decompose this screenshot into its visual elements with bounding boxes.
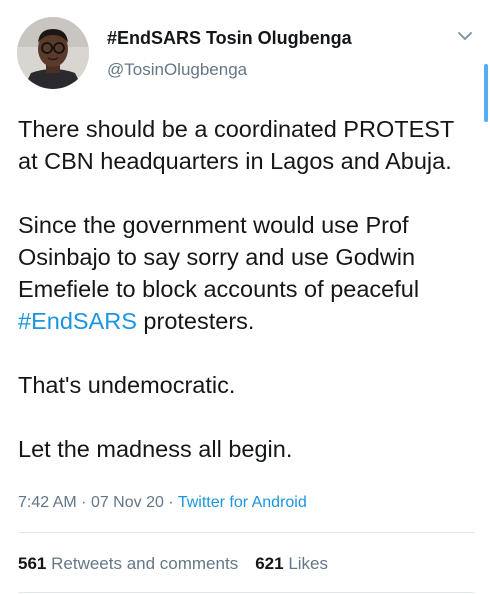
likes-label: Likes	[288, 554, 328, 573]
likes-stat[interactable]: 621 Likes	[255, 554, 328, 573]
tweet-text: There should be a coordinated PROTEST at…	[18, 113, 478, 465]
meta-separator: ·	[81, 494, 87, 511]
tweet-paragraph: There should be a coordinated PROTEST at…	[18, 116, 454, 174]
scrollbar[interactable]	[484, 64, 488, 122]
tweet-source-link[interactable]: Twitter for Android	[178, 494, 307, 511]
tweet-text-segment: protesters.	[136, 308, 255, 334]
meta-separator: ·	[168, 494, 174, 511]
author-handle[interactable]: @TosinOlugbenga	[107, 60, 247, 80]
chevron-down-icon[interactable]	[454, 28, 476, 44]
profile-photo	[17, 17, 89, 89]
retweets-label: Retweets and comments	[51, 554, 239, 573]
tweet-paragraph: That's undemocratic.	[18, 372, 236, 398]
divider	[18, 592, 474, 593]
retweets-count: 561	[18, 554, 47, 573]
tweet-stats: 561 Retweets and comments 621 Likes	[18, 554, 328, 574]
author-display-name[interactable]: #EndSARS Tosin Olugbenga	[107, 28, 352, 49]
hashtag-link[interactable]: #EndSARS	[18, 308, 137, 334]
retweets-stat[interactable]: 561 Retweets and comments	[18, 554, 238, 573]
tweet-paragraph: Since the government would use Prof Osin…	[18, 209, 478, 337]
tweet-time: 7:42 AM	[18, 494, 77, 511]
avatar[interactable]	[17, 17, 89, 89]
tweet-metadata: 7:42 AM · 07 Nov 20 · Twitter for Androi…	[18, 494, 307, 512]
tweet-paragraph: Let the madness all begin.	[18, 436, 293, 462]
likes-count: 621	[255, 554, 284, 573]
tweet-date: 07 Nov 20	[90, 494, 164, 511]
tweet-text-segment: Since the government would use Prof Osin…	[18, 212, 420, 302]
divider	[18, 532, 474, 533]
